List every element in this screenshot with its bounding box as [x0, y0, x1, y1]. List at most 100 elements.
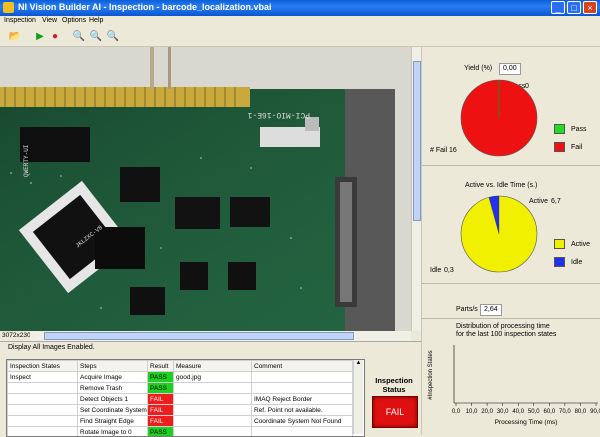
- parts-per-second-label: Parts/s: [456, 306, 478, 313]
- table-row[interactable]: Inspect Acquire Image PASS good.jpg: [8, 372, 353, 383]
- zoom-out-icon[interactable]: 🔍: [89, 30, 103, 43]
- result-cell: PASS: [148, 372, 174, 383]
- result-cell: PASS: [148, 427, 174, 437]
- result-cell: FAIL: [148, 394, 174, 405]
- table-row[interactable]: Rotate Image to 0 PASS: [8, 427, 353, 437]
- stop-icon[interactable]: ●: [48, 30, 62, 43]
- status-line: Display All Images Enabled.: [0, 341, 421, 355]
- zoom-in-icon[interactable]: 🔍: [72, 30, 86, 43]
- minimize-button[interactable]: _: [551, 1, 565, 14]
- comment-cell: [252, 372, 353, 383]
- pcb-image: PCI-MIO-16E-1 QWERTY-UI JKLZXC-V8: [0, 47, 411, 331]
- step-cell: Find Straight Edge: [78, 416, 148, 427]
- legend-active-label: Active: [571, 241, 590, 248]
- time-pie-chart: [458, 193, 540, 275]
- result-cell: FAIL: [148, 416, 174, 427]
- column-header-measure: Measure: [174, 361, 252, 372]
- step-cell: Remove Trash: [78, 383, 148, 394]
- time-label: Active vs. Idle Time (s.): [465, 182, 537, 189]
- measure-cell: good.jpg: [174, 372, 252, 383]
- measure-cell: [174, 383, 252, 394]
- comment-cell: IMAQ Reject Border: [252, 394, 353, 405]
- idle-time-value: 0,3: [444, 267, 454, 274]
- open-folder-icon[interactable]: 📂: [8, 30, 22, 43]
- scroll-up-icon[interactable]: ▲: [354, 360, 363, 366]
- window-title: NI Vision Builder AI - Inspection - barc…: [18, 2, 272, 12]
- close-button[interactable]: ×: [583, 1, 597, 14]
- measure-cell: [174, 416, 252, 427]
- state-cell: [8, 405, 78, 416]
- fail-count-value: 16: [449, 147, 457, 154]
- status-text: Display All Images Enabled.: [8, 344, 95, 351]
- state-cell: [8, 416, 78, 427]
- x-tick-label: 0,0: [452, 409, 461, 415]
- vertical-scroll-thumb[interactable]: [413, 61, 421, 221]
- histogram-title-line2: for the last 100 inspection states: [456, 331, 556, 338]
- x-tick-label: 30,0: [497, 409, 509, 415]
- inspection-steps-table[interactable]: Inspection States Steps Result Measure C…: [6, 359, 365, 437]
- menu-view[interactable]: View: [42, 17, 57, 24]
- x-tick-label: 70,0: [559, 409, 571, 415]
- run-icon[interactable]: ▶: [33, 30, 47, 43]
- column-header-result: Result: [148, 361, 174, 372]
- histogram-title-line1: Distribution of processing time: [456, 323, 550, 330]
- comment-cell: [252, 427, 353, 437]
- table-header-row: Inspection States Steps Result Measure C…: [8, 361, 353, 372]
- column-header-states: Inspection States: [8, 361, 78, 372]
- table-row[interactable]: Set Coordinate System FAIL Ref. Point no…: [8, 405, 353, 416]
- maximize-button[interactable]: □: [567, 1, 581, 14]
- yield-pie-chart: [458, 77, 540, 159]
- legend-active-swatch: [554, 239, 565, 249]
- comment-cell: Coordinate System Not Found: [252, 416, 353, 427]
- state-cell: [8, 427, 78, 437]
- x-tick-label: 60,0: [543, 409, 555, 415]
- fail-count-label: # Fail: [430, 147, 447, 154]
- x-tick-label: 40,0: [512, 409, 524, 415]
- histogram-y-label: #Inspection States: [428, 350, 434, 399]
- table-row[interactable]: Detect Objects 1 FAIL IMAQ Reject Border: [8, 394, 353, 405]
- menu-options[interactable]: Options: [62, 17, 86, 24]
- table-row[interactable]: Remove Trash PASS: [8, 383, 353, 394]
- column-header-steps: Steps: [78, 361, 148, 372]
- x-tick-label: 20,0: [481, 409, 493, 415]
- menu-help[interactable]: Help: [89, 17, 103, 24]
- state-cell: [8, 394, 78, 405]
- step-cell: Detect Objects 1: [78, 394, 148, 405]
- legend-idle-swatch: [554, 257, 565, 267]
- panel-divider: [422, 318, 600, 319]
- horizontal-scroll-thumb[interactable]: [44, 332, 354, 340]
- image-display[interactable]: PCI-MIO-16E-1 QWERTY-UI JKLZXC-V8: [0, 47, 411, 331]
- state-cell: Inspect: [8, 372, 78, 383]
- image-horizontal-scrollbar[interactable]: [30, 331, 411, 341]
- legend-fail-label: Fail: [571, 144, 582, 151]
- table-scrollbar[interactable]: ▲: [353, 360, 363, 434]
- measure-cell: [174, 405, 252, 416]
- menu-bar: Inspection View Options Help: [0, 16, 600, 27]
- menu-inspection[interactable]: Inspection: [4, 17, 36, 24]
- step-cell: Set Coordinate System: [78, 405, 148, 416]
- comment-cell: Ref. Point not available.: [252, 405, 353, 416]
- title-bar: NI Vision Builder AI - Inspection - barc…: [0, 0, 600, 16]
- zoom-fit-icon[interactable]: 🔍: [106, 30, 120, 43]
- idle-time-label: Idle: [430, 267, 441, 274]
- result-cell: PASS: [148, 383, 174, 394]
- measure-cell: [174, 427, 252, 437]
- inspection-status-title: Inspection Status: [368, 376, 420, 394]
- chip-label-1: QWERTY-UI: [23, 145, 30, 177]
- panel-divider: [422, 283, 600, 284]
- comment-cell: [252, 383, 353, 394]
- processing-time-histogram: #Inspection States Processing Time (ms) …: [422, 339, 600, 435]
- histogram-x-label: Processing Time (ms): [495, 419, 558, 426]
- x-tick-label: 50,0: [528, 409, 540, 415]
- table-row[interactable]: Find Straight Edge FAIL Coordinate Syste…: [8, 416, 353, 427]
- board-model-label: PCI-MIO-16E-1: [247, 110, 310, 119]
- inspection-status-indicator: FAIL: [372, 396, 418, 428]
- active-time-value: 6,7: [551, 198, 561, 205]
- toolbar: 📂 ▶ ● 🔍 🔍 🔍: [0, 27, 600, 47]
- panel-divider: [422, 165, 600, 166]
- result-cell: FAIL: [148, 405, 174, 416]
- legend-pass-label: Pass: [571, 126, 587, 133]
- legend-idle-label: Idle: [571, 259, 582, 266]
- state-cell: [8, 383, 78, 394]
- x-tick-label: 10,0: [466, 409, 478, 415]
